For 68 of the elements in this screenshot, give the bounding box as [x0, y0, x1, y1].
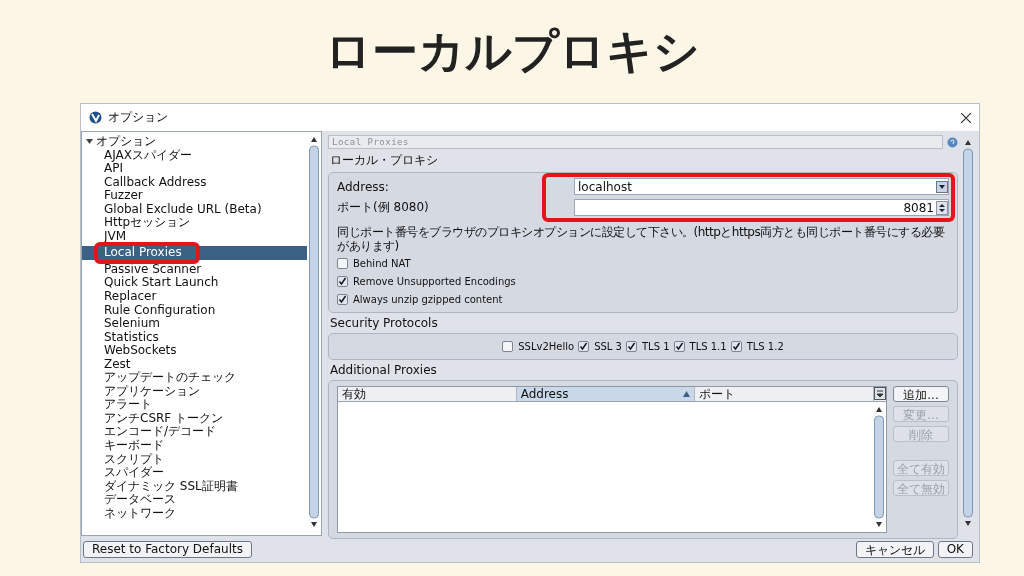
- checkbox-label: Always unzip gzipped content: [353, 294, 503, 305]
- panel-header: Local Proxies: [328, 135, 943, 149]
- note-text: 同じポート番号をブラウザのプロキシオプションに設定して下さい。(httpとhttps両方とも同じポート番号にする必要があります): [337, 225, 946, 253]
- tree-item[interactable]: AJAXスパイダー: [82, 148, 307, 163]
- checkbox[interactable]: [337, 276, 348, 287]
- tree-item[interactable]: Selenium: [82, 317, 307, 331]
- app-logo-icon: [89, 111, 102, 124]
- checkbox[interactable]: [502, 341, 514, 352]
- column-header[interactable]: 有効: [338, 387, 517, 401]
- tree-item[interactable]: データベース: [82, 493, 307, 507]
- tree-item[interactable]: Httpセッション: [82, 216, 307, 230]
- section-label: Security Protocols: [329, 316, 439, 330]
- tree-item[interactable]: アラート: [82, 398, 307, 412]
- tree-item[interactable]: WebSockets: [82, 344, 307, 358]
- address-dropdown[interactable]: localhost: [574, 178, 949, 195]
- tree-item[interactable]: アプリケーション: [82, 384, 307, 399]
- checkbox[interactable]: [337, 258, 348, 269]
- field-label: ポート(例 8080): [337, 199, 430, 216]
- tree-item[interactable]: Rule Configuration: [82, 303, 307, 318]
- window-title: オプション: [108, 109, 168, 126]
- slide-title: ローカルプロキシ: [323, 22, 701, 80]
- tree-item[interactable]: アンチCSRF トークン: [82, 411, 307, 426]
- column-header[interactable]: Address: [516, 387, 696, 401]
- checkbox-label: TLS 1.1: [689, 341, 727, 352]
- help-icon[interactable]: [947, 136, 958, 148]
- port-spinner[interactable]: 8081: [574, 199, 949, 216]
- tree-item[interactable]: ネットワーク: [82, 506, 307, 521]
- dialog-button[interactable]: OK: [937, 540, 973, 558]
- tree-item[interactable]: Passive Scanner: [82, 262, 307, 277]
- checkbox[interactable]: [578, 341, 590, 352]
- dialog-button[interactable]: キャンセル: [855, 540, 934, 558]
- checkbox-label: TLS 1.2: [746, 341, 784, 352]
- checkbox-label: SSL 3: [594, 341, 622, 352]
- field-label: Address:: [337, 179, 390, 194]
- tree-item[interactable]: スクリプト: [82, 452, 307, 467]
- side-button[interactable]: 追加...: [893, 386, 949, 402]
- tree-item[interactable]: Statistics: [82, 330, 307, 345]
- tree-item[interactable]: Global Exclude URL (Beta): [82, 202, 307, 217]
- tree-item[interactable]: Quick Start Launch: [82, 276, 307, 290]
- checkbox[interactable]: [730, 341, 742, 352]
- tree-root[interactable]: オプション: [86, 135, 307, 149]
- expand-arrow-icon[interactable]: [86, 138, 93, 146]
- tree-item[interactable]: Callback Address: [82, 175, 307, 190]
- section-label: Additional Proxies: [329, 363, 438, 377]
- tree-item[interactable]: ダイナミック SSL証明書: [82, 479, 307, 494]
- section-label: ローカル・プロキシ: [329, 152, 439, 169]
- tree-item[interactable]: キーボード: [82, 439, 307, 453]
- tree-item[interactable]: JVM: [82, 229, 307, 244]
- checkbox[interactable]: [673, 341, 685, 352]
- checkbox-label: TLS 1: [641, 341, 670, 352]
- close-icon[interactable]: [961, 112, 971, 123]
- tree-item[interactable]: API: [82, 162, 307, 176]
- tree-item[interactable]: Fuzzer: [82, 189, 307, 203]
- spinner-arrows-icon[interactable]: [936, 200, 948, 215]
- checkbox-label: Behind NAT: [353, 258, 411, 269]
- checkbox-label: SSLv2Hello: [518, 341, 575, 352]
- tree-item[interactable]: スパイダー: [82, 466, 307, 480]
- tree-item[interactable]: Zest: [82, 357, 307, 372]
- column-chooser-icon[interactable]: [874, 387, 886, 400]
- checkbox-label: Remove Unsupported Encodings: [353, 276, 516, 287]
- reset-button[interactable]: Reset to Factory Defaults: [83, 540, 252, 558]
- tree-item[interactable]: エンコード/デコード: [82, 425, 307, 440]
- tree-item[interactable]: アップデートのチェック: [82, 371, 307, 385]
- sort-arrow-icon: [683, 391, 691, 397]
- tree-item[interactable]: Replacer: [82, 290, 307, 304]
- tree-item[interactable]: Local Proxies: [82, 246, 307, 260]
- checkbox[interactable]: [337, 294, 348, 305]
- checkbox[interactable]: [625, 341, 637, 352]
